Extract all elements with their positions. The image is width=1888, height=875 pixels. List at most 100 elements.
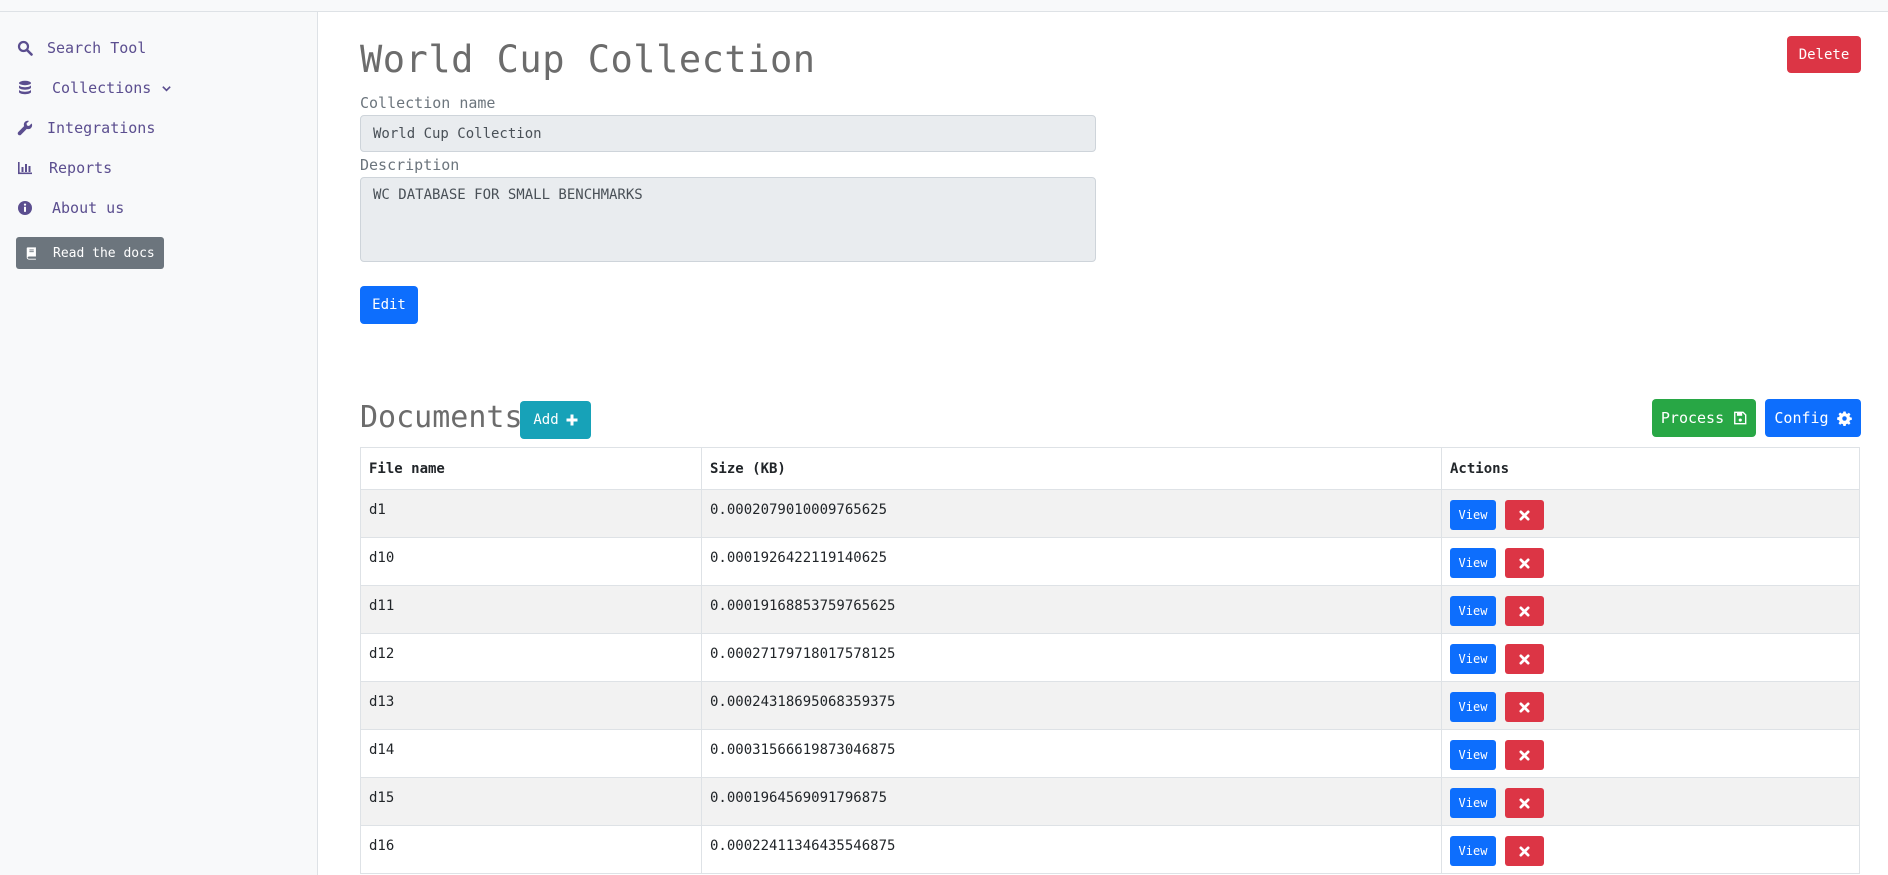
- size-cell: 0.00019168853759765625: [701, 585, 1442, 634]
- view-button[interactable]: View: [1450, 596, 1496, 626]
- config-button[interactable]: Config: [1765, 399, 1861, 437]
- row-actions: View: [1450, 740, 1851, 770]
- file-name-cell: d13: [360, 681, 702, 730]
- documents-table-body: d1 0.0002079010009765625 View d10 0.0001…: [360, 489, 1860, 874]
- actions-cell: View: [1441, 585, 1860, 634]
- remove-document-button[interactable]: [1505, 596, 1544, 626]
- view-button[interactable]: View: [1450, 692, 1496, 722]
- table-header-row: File name Size (KB) Actions: [360, 447, 1860, 490]
- view-button[interactable]: View: [1450, 500, 1496, 530]
- page-title: World Cup Collection: [360, 38, 816, 81]
- file-name-cell: d1: [360, 489, 702, 538]
- database-icon: [16, 79, 34, 97]
- remove-document-button[interactable]: [1505, 788, 1544, 818]
- documents-title: Documents: [360, 400, 523, 435]
- actions-cell: View: [1441, 489, 1860, 538]
- close-icon: [1519, 509, 1530, 521]
- sidebar-item-label: Reports: [49, 159, 113, 177]
- row-actions: View: [1450, 692, 1851, 722]
- table-row: d14 0.00031566619873046875 View: [360, 729, 1860, 778]
- add-document-button[interactable]: Add: [520, 401, 591, 439]
- table-row: d11 0.00019168853759765625 View: [360, 585, 1860, 634]
- sidebar-item-collections[interactable]: Collections: [16, 76, 172, 100]
- actions-cell: View: [1441, 633, 1860, 682]
- view-button[interactable]: View: [1450, 644, 1496, 674]
- wrench-icon: [16, 119, 34, 137]
- description-field[interactable]: WC DATABASE FOR SMALL BENCHMARKS: [360, 177, 1096, 262]
- sidebar-item-about-us[interactable]: About us: [16, 196, 124, 220]
- file-name-cell: d16: [360, 825, 702, 874]
- close-icon: [1519, 797, 1530, 809]
- remove-document-button[interactable]: [1505, 500, 1544, 530]
- process-label: Process: [1660, 409, 1725, 427]
- main-content: World Cup Collection Delete Collection n…: [318, 12, 1888, 875]
- column-header-size: Size (KB): [701, 447, 1442, 490]
- row-actions: View: [1450, 500, 1851, 530]
- sidebar-item-integrations[interactable]: Integrations: [16, 116, 155, 140]
- plus-icon: [566, 414, 578, 426]
- gear-icon: [1836, 410, 1852, 426]
- size-cell: 0.00027179718017578125: [701, 633, 1442, 682]
- table-row: d1 0.0002079010009765625 View: [360, 489, 1860, 538]
- read-the-docs-button[interactable]: Read the docs: [16, 237, 164, 269]
- edit-button[interactable]: Edit: [360, 286, 418, 324]
- row-actions: View: [1450, 836, 1851, 866]
- row-actions: View: [1450, 788, 1851, 818]
- collection-name-label: Collection name: [360, 94, 496, 112]
- remove-document-button[interactable]: [1505, 836, 1544, 866]
- view-button[interactable]: View: [1450, 740, 1496, 770]
- view-button[interactable]: View: [1450, 836, 1496, 866]
- table-row: d15 0.0001964569091796875 View: [360, 777, 1860, 826]
- actions-cell: View: [1441, 777, 1860, 826]
- documents-table: File name Size (KB) Actions d1 0.0002079…: [360, 447, 1860, 874]
- bar-chart-icon: [16, 159, 34, 177]
- view-button[interactable]: View: [1450, 788, 1496, 818]
- size-cell: 0.0001964569091796875: [701, 777, 1442, 826]
- remove-document-button[interactable]: [1505, 692, 1544, 722]
- row-actions: View: [1450, 596, 1851, 626]
- close-icon: [1519, 557, 1530, 569]
- collection-name-field[interactable]: [360, 115, 1096, 152]
- actions-cell: View: [1441, 681, 1860, 730]
- remove-document-button[interactable]: [1505, 644, 1544, 674]
- row-actions: View: [1450, 644, 1851, 674]
- process-button[interactable]: Process: [1652, 399, 1756, 437]
- close-icon: [1519, 701, 1530, 713]
- file-name-cell: d12: [360, 633, 702, 682]
- table-row: d12 0.00027179718017578125 View: [360, 633, 1860, 682]
- chevron-down-icon[interactable]: [161, 83, 172, 94]
- file-name-cell: d10: [360, 537, 702, 586]
- close-icon: [1519, 845, 1530, 857]
- description-label: Description: [360, 156, 460, 174]
- sidebar-item-label: About us: [52, 199, 125, 217]
- sidebar-item-label: Collections: [52, 79, 152, 97]
- size-cell: 0.00031566619873046875: [701, 729, 1442, 778]
- add-label: Add: [533, 412, 559, 428]
- close-icon: [1519, 653, 1530, 665]
- info-icon: [16, 199, 34, 217]
- delete-button[interactable]: Delete: [1787, 36, 1861, 73]
- config-label: Config: [1774, 409, 1829, 427]
- sidebar: Search Tool Collections Integrations Rep…: [0, 12, 318, 875]
- file-name-cell: d11: [360, 585, 702, 634]
- row-actions: View: [1450, 548, 1851, 578]
- read-the-docs-label: Read the docs: [53, 245, 155, 261]
- column-header-actions: Actions: [1441, 447, 1860, 490]
- file-name-cell: d15: [360, 777, 702, 826]
- sidebar-item-label: Integrations: [47, 119, 156, 137]
- table-row: d16 0.00022411346435546875 View: [360, 825, 1860, 874]
- table-row: d10 0.0001926422119140625 View: [360, 537, 1860, 586]
- book-icon: [26, 247, 36, 260]
- sidebar-item-reports[interactable]: Reports: [16, 156, 112, 180]
- actions-cell: View: [1441, 729, 1860, 778]
- search-icon: [16, 39, 34, 57]
- remove-document-button[interactable]: [1505, 740, 1544, 770]
- view-button[interactable]: View: [1450, 548, 1496, 578]
- save-icon: [1734, 411, 1747, 425]
- size-cell: 0.00024318695068359375: [701, 681, 1442, 730]
- close-icon: [1519, 605, 1530, 617]
- sidebar-item-search-tool[interactable]: Search Tool: [16, 36, 146, 60]
- actions-cell: View: [1441, 825, 1860, 874]
- file-name-cell: d14: [360, 729, 702, 778]
- remove-document-button[interactable]: [1505, 548, 1544, 578]
